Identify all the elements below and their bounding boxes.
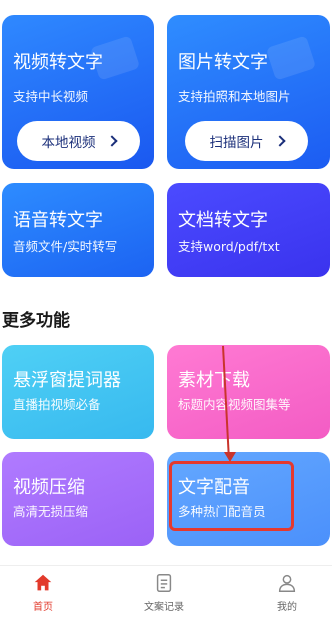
user-icon bbox=[278, 574, 296, 592]
card-subtitle: 直播拍视频必备 bbox=[13, 397, 101, 412]
tab-records[interactable]: 文案记录 bbox=[119, 572, 209, 613]
annotation-highlight-box bbox=[169, 461, 294, 531]
card-title: 文档转文字 bbox=[178, 210, 268, 231]
section-title-more-features: 更多功能 bbox=[2, 311, 70, 331]
bottom-tab-bar: 首页 文案记录 我的 bbox=[0, 565, 332, 627]
home-icon bbox=[34, 574, 52, 591]
card-subtitle: 高清无损压缩 bbox=[13, 504, 89, 519]
card-title: 语音转文字 bbox=[13, 210, 103, 231]
card-subtitle: 标题内容视频图集等 bbox=[178, 397, 291, 412]
tab-label: 首页 bbox=[33, 602, 53, 613]
chevron-right-icon bbox=[273, 135, 286, 147]
button-label: 本地视频 bbox=[41, 135, 96, 151]
video-to-text-card[interactable]: 视频转文字 支持中长视频 本地视频 bbox=[2, 15, 154, 169]
tab-label: 我的 bbox=[277, 602, 297, 613]
button-label: 扫描图片 bbox=[209, 135, 264, 151]
card-subtitle: 支持中长视频 bbox=[13, 89, 89, 104]
card-subtitle: 支持拍照和本地图片 bbox=[178, 89, 291, 104]
image-to-text-card[interactable]: 图片转文字 支持拍照和本地图片 扫描图片 bbox=[167, 15, 330, 169]
card-subtitle: 支持word/pdf/txt bbox=[178, 239, 280, 254]
chevron-right-icon bbox=[105, 135, 118, 147]
tab-home[interactable]: 首页 bbox=[0, 572, 88, 613]
decorative-shape bbox=[265, 35, 317, 81]
local-video-button[interactable]: 本地视频 bbox=[17, 121, 140, 161]
doc-to-text-card[interactable]: 文档转文字 支持word/pdf/txt bbox=[167, 183, 330, 277]
tab-profile[interactable]: 我的 bbox=[242, 572, 332, 613]
material-download-card[interactable]: 素材下载 标题内容视频图集等 bbox=[167, 345, 330, 439]
tab-label: 文案记录 bbox=[144, 602, 184, 613]
card-title: 悬浮窗提词器 bbox=[13, 370, 121, 391]
scan-image-button[interactable]: 扫描图片 bbox=[185, 121, 308, 161]
card-title: 图片转文字 bbox=[178, 52, 268, 73]
document-icon bbox=[156, 574, 172, 592]
card-title: 视频转文字 bbox=[13, 52, 103, 73]
card-title: 视频压缩 bbox=[13, 477, 85, 498]
card-subtitle: 音频文件/实时转写 bbox=[13, 239, 118, 254]
teleprompter-card[interactable]: 悬浮窗提词器 直播拍视频必备 bbox=[2, 345, 154, 439]
audio-to-text-card[interactable]: 语音转文字 音频文件/实时转写 bbox=[2, 183, 154, 277]
video-compress-card[interactable]: 视频压缩 高清无损压缩 bbox=[2, 452, 154, 546]
card-title: 素材下载 bbox=[178, 370, 250, 391]
